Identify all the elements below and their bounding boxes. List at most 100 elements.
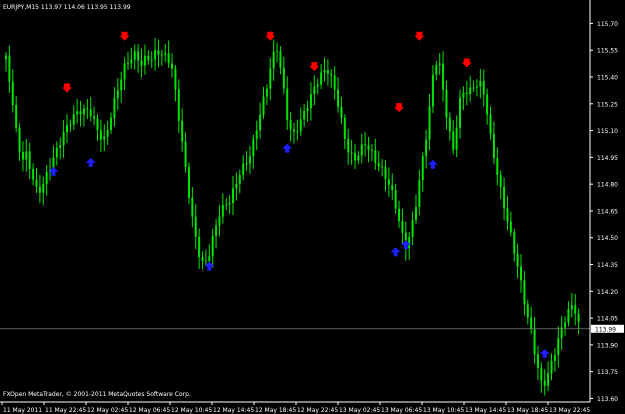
- price-chart[interactable]: 115.70 115.55 115.40 115.25 115.10 114.95 114.…: [0, 0, 625, 414]
- candle-body: [42, 184, 45, 193]
- current-price-label: 113.99: [595, 326, 616, 333]
- candle-body: [486, 94, 489, 115]
- candle-body: [442, 63, 445, 90]
- candle-body: [242, 163, 245, 176]
- candle-body: [564, 322, 567, 328]
- candle-body: [421, 156, 424, 180]
- candle-body: [557, 338, 560, 355]
- candle-body: [154, 50, 157, 60]
- time-tick-label: 12 May 02:45: [87, 407, 128, 414]
- candle-body: [35, 179, 38, 187]
- candle-body: [418, 179, 421, 207]
- candle-body: [269, 68, 272, 89]
- candle-body: [286, 88, 289, 120]
- candle-body: [414, 206, 417, 221]
- candle-body: [110, 117, 113, 130]
- candle-body: [513, 232, 516, 254]
- candle-body: [364, 144, 367, 146]
- candle-body: [208, 256, 211, 262]
- candle-body: [238, 175, 241, 184]
- candle-body: [496, 158, 499, 176]
- candle-body: [560, 327, 563, 339]
- candle-body: [15, 105, 18, 128]
- candle-body: [398, 208, 401, 222]
- candle-body: [547, 373, 550, 386]
- price-tick-label: 113.90: [597, 342, 618, 349]
- time-tick-label: 12 May 06:45: [129, 407, 170, 414]
- candle-body: [82, 108, 85, 115]
- candle-body: [164, 53, 167, 55]
- price-tick-label: 115.40: [597, 75, 618, 82]
- candle-body: [391, 184, 394, 191]
- time-tick-label: 13 May 22:45: [549, 407, 590, 414]
- candle-body: [25, 151, 28, 160]
- candle-body: [303, 110, 306, 120]
- candle-body: [320, 72, 323, 85]
- candle-body: [370, 149, 373, 151]
- candle-body: [309, 94, 312, 109]
- candle-body: [550, 360, 553, 374]
- candle-body: [540, 367, 543, 381]
- candle-body: [452, 131, 455, 150]
- candle-body: [455, 127, 458, 150]
- candle-body: [340, 106, 343, 118]
- candle-body: [367, 145, 370, 150]
- candle-body: [289, 119, 292, 130]
- candle-body: [140, 60, 143, 66]
- candle-body: [503, 186, 506, 209]
- candle-body: [509, 221, 512, 233]
- time-tick-label: 12 May 22:45: [297, 407, 338, 414]
- price-tick-label: 115.10: [597, 128, 618, 135]
- time-tick-label: 13 May 14:45: [465, 407, 506, 414]
- candle-body: [201, 257, 204, 261]
- candle-body: [360, 144, 363, 156]
- price-tick-label: 115.55: [597, 48, 618, 55]
- candle-body: [350, 152, 353, 154]
- candle-body: [133, 51, 136, 60]
- candle-body: [316, 84, 319, 87]
- candle-body: [506, 208, 509, 222]
- candle-body: [279, 51, 282, 68]
- time-tick-label: 13 May 06:45: [381, 407, 422, 414]
- candle-body: [86, 108, 89, 110]
- candle-body: [492, 133, 495, 159]
- price-tick-label: 114.80: [597, 182, 618, 189]
- candle-body: [499, 175, 502, 187]
- candle-body: [276, 51, 279, 53]
- chart-title: EURJPY,M15 113.97 114.06 113.95 113.99: [3, 4, 131, 11]
- candle-body: [211, 236, 214, 257]
- time-tick-label: 11 May 22:45: [45, 407, 86, 414]
- candle-body: [38, 186, 41, 193]
- candle-body: [445, 89, 448, 118]
- candle-body: [435, 65, 438, 75]
- candle-body: [177, 89, 180, 121]
- candle-body: [428, 106, 431, 140]
- candle-body: [103, 136, 106, 140]
- copyright-text: FXOpen MetaTrader, © 2001-2011 MetaQuote…: [3, 391, 191, 398]
- candle-body: [123, 63, 126, 80]
- candle-body: [218, 216, 221, 226]
- time-tick-label: 11 May 2011: [3, 407, 42, 414]
- candle-body: [479, 81, 482, 87]
- candle-body: [536, 354, 539, 368]
- candle-body: [465, 92, 468, 95]
- candle-body: [326, 70, 329, 74]
- candle-body: [459, 97, 462, 128]
- candle-body: [215, 225, 218, 237]
- candle-body: [72, 114, 75, 125]
- candle-body: [120, 79, 123, 91]
- candle-body: [194, 216, 197, 237]
- candle-body: [553, 354, 556, 361]
- candle-body: [337, 89, 340, 107]
- candle-body: [323, 70, 326, 73]
- candle-body: [232, 188, 235, 203]
- candle-body: [21, 151, 24, 160]
- candle-body: [472, 87, 475, 89]
- candle-body: [330, 73, 333, 76]
- candle-body: [296, 131, 299, 133]
- candle-body: [137, 51, 140, 61]
- candle-body: [259, 114, 262, 131]
- candle-body: [65, 125, 68, 133]
- candle-body: [448, 117, 451, 132]
- candle-body: [204, 260, 207, 262]
